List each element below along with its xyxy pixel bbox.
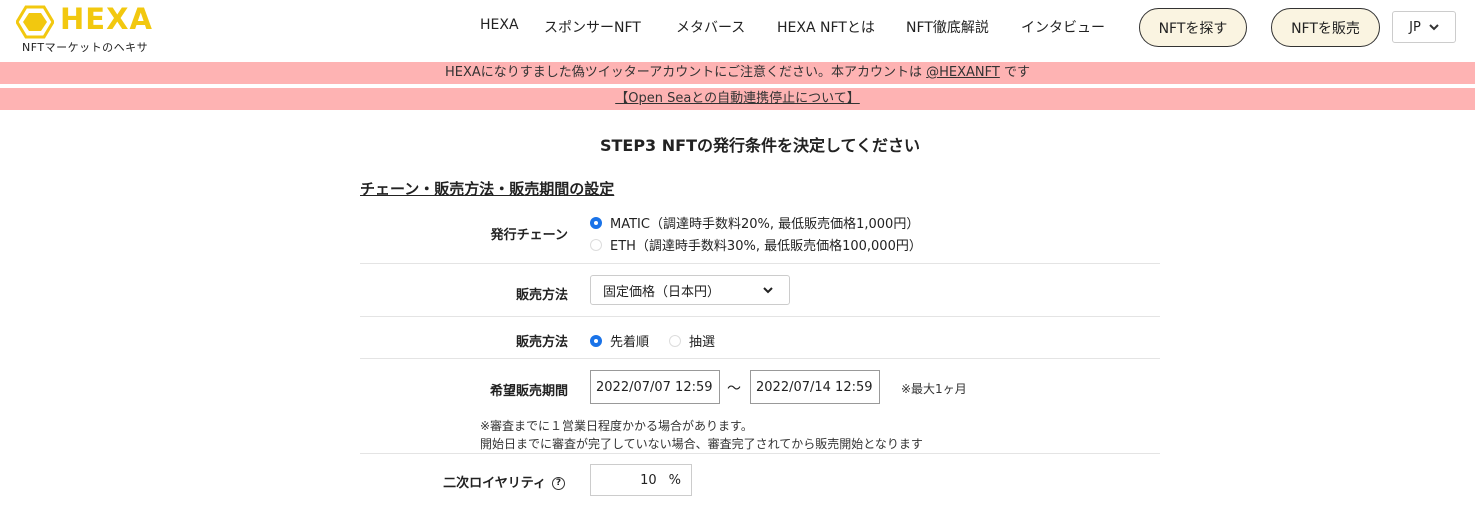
opensea-notice-link[interactable]: 【Open Seaとの自動連携停止について】 <box>615 91 860 106</box>
chevron-down-icon <box>1429 24 1439 31</box>
royalty-input[interactable]: 10 % <box>590 464 692 496</box>
royalty-value[interactable]: 10 <box>640 473 657 488</box>
language-value: JP <box>1409 19 1421 35</box>
radio-selected-icon[interactable] <box>590 216 602 229</box>
date-range-separator: 〜 <box>727 381 741 397</box>
nav-item-hexa[interactable]: HEXA <box>480 17 519 33</box>
royalty-label-text: 二次ロイヤリティ <box>443 476 546 491</box>
chain-label: 発行チェーン <box>490 228 568 243</box>
start-date-input[interactable]: 2022/07/07 12:59 <box>590 370 720 404</box>
hexagon-logo-icon <box>16 5 54 39</box>
sale-option-first-come[interactable]: 先着順 <box>590 331 649 350</box>
price-method-select[interactable]: 固定価格（日本円） <box>590 275 790 305</box>
divider <box>360 263 1160 264</box>
chain-option-matic[interactable]: MATIC（調達時手数料20%, 最低販売価格1,000円） <box>590 213 919 232</box>
chevron-down-icon <box>763 287 773 294</box>
warning-text: HEXAになりすました偽ツイッターアカウントにご注意ください。本アカウントは <box>444 65 922 80</box>
twitter-handle-link[interactable]: @HEXANFT <box>926 65 1000 80</box>
review-note-line2: 開始日までに審査が完了していない場合、審査完了されてから販売開始となります <box>480 437 923 451</box>
end-date-input[interactable]: 2022/07/14 12:59 <box>750 370 880 404</box>
period-label: 希望販売期間 <box>489 384 568 399</box>
nav-item-about-hexa-nft[interactable]: HEXA NFTとは <box>777 17 875 37</box>
radio-selected-icon[interactable] <box>590 334 602 347</box>
divider <box>360 453 1160 454</box>
hexa-logo[interactable]: HEXA NFTマーケットのヘキサ <box>14 2 174 56</box>
price-method-label: 販売方法 <box>515 288 568 303</box>
warning-suffix: です <box>1003 65 1030 80</box>
logo-text: HEXA <box>60 2 153 36</box>
radio-unselected-icon[interactable] <box>590 238 602 251</box>
logo-subtitle: NFTマーケットのヘキサ <box>22 41 149 54</box>
sell-nft-button[interactable]: NFTを販売 <box>1271 8 1380 47</box>
nav-item-nft-guide[interactable]: NFT徹底解説 <box>906 17 989 37</box>
royalty-unit: % <box>668 472 681 488</box>
language-select[interactable]: JP <box>1392 11 1456 43</box>
royalty-label: 二次ロイヤリティ? <box>400 472 565 491</box>
price-method-value: 固定価格（日本円） <box>603 284 721 300</box>
fake-account-warning-banner: HEXAになりすました偽ツイッターアカウントにご注意ください。本アカウントは @… <box>0 62 1475 84</box>
chain-option-eth[interactable]: ETH（調達時手数料30%, 最低販売価格100,000円） <box>590 235 922 254</box>
help-icon[interactable]: ? <box>552 477 565 490</box>
divider <box>360 358 1160 359</box>
sale-method-label: 販売方法 <box>515 335 568 350</box>
sale-option-lottery-label: 抽選 <box>689 335 716 350</box>
sale-option-lottery[interactable]: 抽選 <box>669 331 715 350</box>
chain-option-matic-label: MATIC（調達時手数料20%, 最低販売価格1,000円） <box>610 217 920 232</box>
sale-option-first-come-label: 先着順 <box>610 335 650 350</box>
divider <box>360 316 1160 317</box>
review-note-line1: ※審査までに１営業日程度かかる場合があります。 <box>480 419 753 433</box>
opensea-notice-banner: 【Open Seaとの自動連携停止について】 <box>0 88 1475 110</box>
radio-unselected-icon[interactable] <box>669 334 681 347</box>
step-title: STEP3 NFTの発行条件を決定してください <box>599 136 921 155</box>
find-nft-button[interactable]: NFTを探す <box>1139 8 1247 47</box>
nav-item-metaverse[interactable]: メタバース <box>676 17 745 37</box>
nav-item-sponsor-nft[interactable]: スポンサーNFT <box>544 17 641 37</box>
chain-option-eth-label: ETH（調達時手数料30%, 最低販売価格100,000円） <box>610 239 922 254</box>
site-header: HEXA NFTマーケットのヘキサ HEXA スポンサーNFT メタバース HE… <box>0 0 1475 60</box>
nav-item-interview[interactable]: インタビュー <box>1021 17 1105 37</box>
section-title: チェーン・販売方法・販売期間の設定 <box>360 180 615 198</box>
max-period-note: ※最大1ヶ月 <box>901 382 967 396</box>
